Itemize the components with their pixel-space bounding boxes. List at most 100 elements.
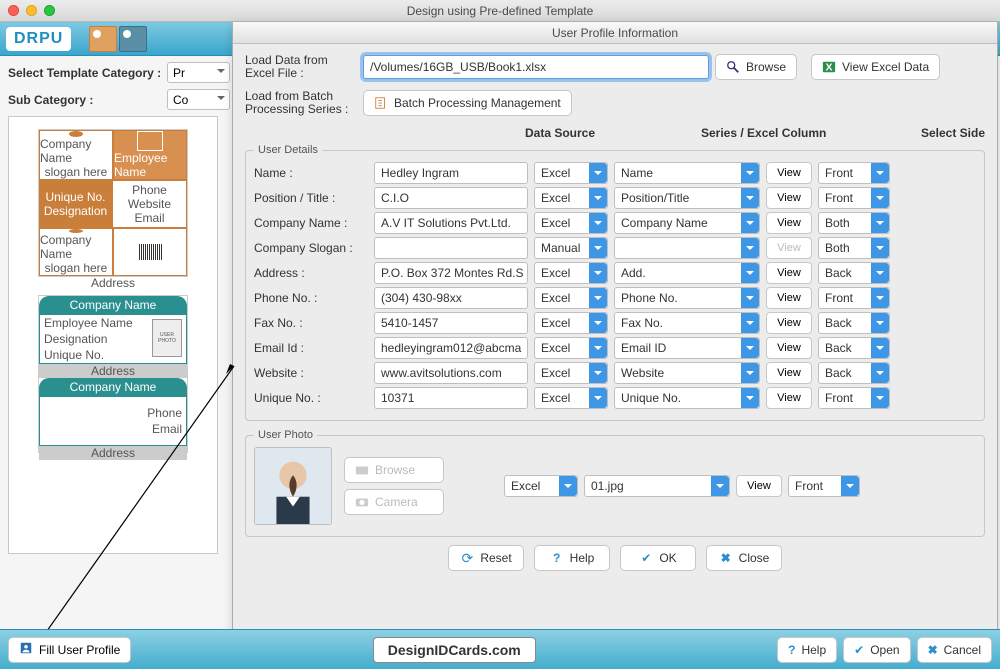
data-source-select[interactable]: Excel [534, 312, 608, 334]
side-select[interactable]: Both [818, 212, 890, 234]
template-thumbnail-1[interactable]: Company Nameslogan here Employee Name Un… [38, 129, 188, 277]
view-button[interactable]: View [766, 312, 812, 334]
app-logo: DRPU [6, 27, 71, 51]
template-category-select[interactable]: Pr [167, 62, 230, 83]
series-column-select[interactable] [614, 237, 760, 259]
series-column-select[interactable]: Company Name [614, 212, 760, 234]
reset-button[interactable]: ⟳Reset [448, 545, 524, 571]
profile-icon [19, 641, 33, 658]
template-icon-1[interactable] [89, 26, 117, 52]
side-select[interactable]: Both [818, 237, 890, 259]
series-column-select[interactable]: Email ID [614, 337, 760, 359]
view-button[interactable]: View [766, 212, 812, 234]
status-bar: Fill User Profile DesignIDCards.com ?Hel… [0, 629, 1000, 669]
photo-view-button[interactable]: View [736, 475, 782, 497]
svg-text:X: X [826, 62, 833, 74]
data-source-select[interactable]: Excel [534, 187, 608, 209]
side-select[interactable]: Front [818, 287, 890, 309]
side-select[interactable]: Back [818, 312, 890, 334]
zoom-window-icon[interactable] [44, 5, 55, 16]
status-help-button[interactable]: ?Help [777, 637, 837, 663]
minimize-window-icon[interactable] [26, 5, 37, 16]
side-select[interactable]: Back [818, 262, 890, 284]
user-photo-legend: User Photo [254, 429, 317, 441]
photo-browse-button[interactable]: Browse [344, 457, 444, 483]
view-button[interactable]: View [766, 387, 812, 409]
view-button[interactable]: View [766, 162, 812, 184]
series-column-select[interactable]: Phone No. [614, 287, 760, 309]
photo-camera-button[interactable]: Camera [344, 489, 444, 515]
folder-icon [355, 463, 369, 477]
view-button[interactable]: View [766, 287, 812, 309]
series-column-select[interactable]: Unique No. [614, 387, 760, 409]
close-button[interactable]: ✖Close [706, 545, 782, 571]
close-window-icon[interactable] [8, 5, 19, 16]
field-value-input[interactable]: (304) 430-98xx [374, 287, 528, 309]
side-select[interactable]: Front [818, 387, 890, 409]
check-icon: ✔ [639, 551, 653, 565]
close-icon: ✖ [928, 643, 938, 657]
data-source-select[interactable]: Excel [534, 162, 608, 184]
series-column-select[interactable]: Website [614, 362, 760, 384]
data-source-select[interactable]: Excel [534, 212, 608, 234]
field-value-input[interactable]: P.O. Box 372 Montes Rd.S [374, 262, 528, 284]
view-button[interactable]: View [766, 362, 812, 384]
series-column-select[interactable]: Fax No. [614, 312, 760, 334]
view-button: View [766, 237, 812, 259]
field-label: Address : [254, 266, 368, 280]
field-value-input[interactable]: www.avitsolutions.com [374, 362, 528, 384]
photo-side-select[interactable]: Front [788, 475, 860, 497]
user-photo-preview [254, 447, 332, 525]
status-cancel-button[interactable]: ✖Cancel [917, 637, 992, 663]
field-label: Unique No. : [254, 391, 368, 405]
view-button[interactable]: View [766, 187, 812, 209]
series-column-select[interactable]: Add. [614, 262, 760, 284]
fill-user-profile-button[interactable]: Fill User Profile [8, 637, 131, 663]
field-label: Company Name : [254, 216, 368, 230]
batch-processing-button[interactable]: Batch Processing Management [363, 90, 572, 116]
field-value-input[interactable]: C.I.O [374, 187, 528, 209]
template-thumbnail-2[interactable]: Company Name Employee NameDesignationUni… [38, 295, 188, 453]
window-title: Design using Pre-defined Template [407, 4, 594, 18]
data-source-select[interactable]: Excel [534, 387, 608, 409]
reset-icon: ⟳ [460, 551, 474, 565]
load-excel-label: Load Data from Excel File : [245, 54, 357, 80]
field-value-input[interactable]: hedleyingram012@abcma [374, 337, 528, 359]
side-select[interactable]: Front [818, 187, 890, 209]
detail-row: Email Id :hedleyingram012@abcmaExcelEmai… [254, 337, 976, 359]
view-excel-data-button[interactable]: X View Excel Data [811, 54, 940, 80]
photo-source-select[interactable]: Excel [504, 475, 578, 497]
field-value-input[interactable]: Hedley Ingram [374, 162, 528, 184]
side-select[interactable]: Back [818, 362, 890, 384]
window-titlebar: Design using Pre-defined Template [0, 0, 1000, 22]
field-value-input[interactable]: 10371 [374, 387, 528, 409]
data-source-select[interactable]: Excel [534, 262, 608, 284]
status-open-button[interactable]: ✔Open [843, 637, 910, 663]
data-source-select[interactable]: Excel [534, 337, 608, 359]
series-column-select[interactable]: Name [614, 162, 760, 184]
field-value-input[interactable] [374, 237, 528, 259]
ok-button[interactable]: ✔OK [620, 545, 696, 571]
user-details-legend: User Details [254, 144, 322, 156]
data-source-select[interactable]: Manual [534, 237, 608, 259]
excel-path-input[interactable]: /Volumes/16GB_USB/Book1.xlsx [363, 55, 709, 79]
user-details-fieldset: User Details Name :Hedley IngramExcelNam… [245, 144, 985, 421]
sub-category-select[interactable]: Co [167, 89, 230, 110]
view-button[interactable]: View [766, 262, 812, 284]
view-button[interactable]: View [766, 337, 812, 359]
field-value-input[interactable]: 5410-1457 [374, 312, 528, 334]
photo-column-select[interactable]: 01.jpg [584, 475, 730, 497]
side-select[interactable]: Back [818, 337, 890, 359]
help-icon: ? [788, 643, 795, 657]
series-column-select[interactable]: Position/Title [614, 187, 760, 209]
template-list[interactable]: Company Nameslogan here Employee Name Un… [8, 116, 218, 554]
field-value-input[interactable]: A.V IT Solutions Pvt.Ltd. [374, 212, 528, 234]
camera-icon [355, 495, 369, 509]
template-icon-2[interactable] [119, 26, 147, 52]
data-source-select[interactable]: Excel [534, 362, 608, 384]
side-select[interactable]: Front [818, 162, 890, 184]
help-button[interactable]: ?Help [534, 545, 610, 571]
data-source-select[interactable]: Excel [534, 287, 608, 309]
detail-row: Name :Hedley IngramExcelNameViewFront [254, 162, 976, 184]
browse-excel-button[interactable]: Browse [715, 54, 797, 80]
